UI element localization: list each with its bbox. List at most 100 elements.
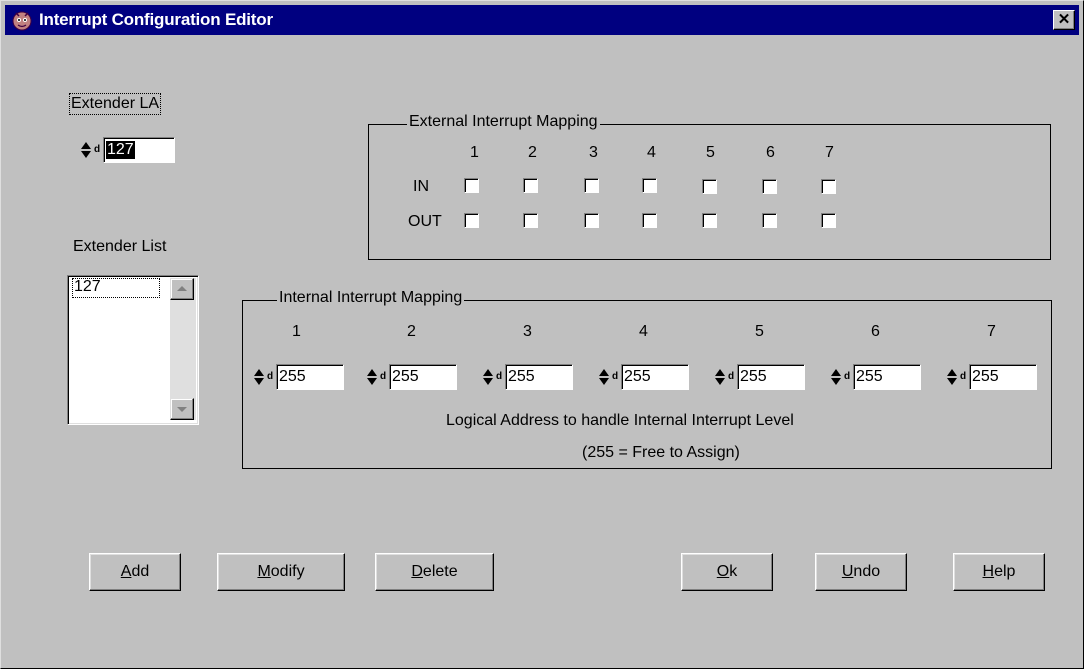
int-level-4-value: 255 [624,368,651,385]
ok-button[interactable]: Ok [681,553,773,591]
decimal-mode-marker: d [267,371,274,382]
decimal-mode-marker: d [380,371,387,382]
ext-row-in-label: IN [413,178,429,195]
ok-hotkey: O [716,563,730,580]
external-mapping-title: External Interrupt Mapping [407,113,600,131]
close-button[interactable]: ✕ [1053,10,1075,30]
ext-in-checkbox-1[interactable] [464,178,479,193]
int-level-4-spinner-icon[interactable] [599,369,609,385]
ext-out-checkbox-7[interactable] [821,213,836,228]
window-title: Interrupt Configuration Editor [39,10,273,29]
ext-out-checkbox-6[interactable] [762,213,777,228]
int-level-7-value: 255 [972,368,999,385]
delete-button[interactable]: Delete [375,553,494,591]
extender-la-value: 127 [106,141,135,159]
dialog-client: Extender LA d 127 Extender List 127 Exte… [5,37,1079,664]
ext-in-checkbox-7[interactable] [821,179,836,194]
int-level-1-value: 255 [279,368,306,385]
decimal-mode-marker: d [612,371,619,382]
extender-la-control: d 127 [81,137,175,163]
int-level-4-control: d 255 [599,364,689,390]
undo-hotkey: U [841,563,854,580]
ext-in-checkbox-3[interactable] [584,178,599,193]
scroll-down-button[interactable] [170,398,194,420]
close-icon: ✕ [1057,11,1071,28]
extender-la-spinner-icon[interactable] [81,142,91,158]
ext-col-3: 3 [589,144,598,161]
internal-mapping-title: Internal Interrupt Mapping [277,289,465,307]
ext-in-checkbox-2[interactable] [523,178,538,193]
vertical-scrollbar[interactable] [170,278,196,420]
int-level-7-control: d 255 [947,364,1037,390]
int-level-7-input[interactable]: 255 [969,364,1037,390]
ext-out-checkbox-3[interactable] [584,213,599,228]
int-level-1-spinner-icon[interactable] [254,369,264,385]
ext-col-4: 4 [647,144,656,161]
int-level-5-spinner-icon[interactable] [715,369,725,385]
int-col-1: 1 [292,323,301,340]
decimal-mode-marker: d [960,371,967,382]
int-level-2-input[interactable]: 255 [389,364,457,390]
ext-col-1: 1 [470,144,479,161]
int-col-2: 2 [407,323,416,340]
int-level-3-control: d 255 [483,364,573,390]
title-bar[interactable]: Interrupt Configuration Editor ✕ [5,5,1079,35]
extender-la-label: Extender LA [68,93,162,115]
internal-note-line2: (255 = Free to Assign) [582,444,740,461]
help-button[interactable]: Help [953,553,1045,591]
undo-button[interactable]: Undo [815,553,907,591]
decimal-mode-marker: d [844,371,851,382]
ext-row-out-label: OUT [408,213,442,230]
ext-out-checkbox-5[interactable] [702,213,717,228]
ext-out-checkbox-4[interactable] [642,213,657,228]
scroll-up-button[interactable] [170,278,194,300]
ext-in-checkbox-5[interactable] [702,179,717,194]
int-level-6-spinner-icon[interactable] [831,369,841,385]
help-label: elp [994,563,1016,580]
int-level-7-spinner-icon[interactable] [947,369,957,385]
int-level-1-control: d 255 [254,364,344,390]
ext-in-checkbox-6[interactable] [762,179,777,194]
int-level-2-spinner-icon[interactable] [367,369,377,385]
ext-col-7: 7 [825,144,834,161]
int-level-5-control: d 255 [715,364,805,390]
add-button[interactable]: Add [89,553,181,591]
undo-label: ndo [853,563,881,580]
dialog-window: Interrupt Configuration Editor ✕ Extende… [0,0,1084,669]
app-icon [12,11,32,31]
ok-label: k [729,563,738,580]
int-col-3: 3 [523,323,532,340]
int-level-3-value: 255 [508,368,535,385]
modify-label: odify [270,563,305,580]
list-item[interactable]: 127 [72,278,160,298]
extender-list-label: Extender List [73,238,167,255]
ext-col-6: 6 [766,144,775,161]
ext-col-5: 5 [706,144,715,161]
int-col-6: 6 [871,323,880,340]
ext-col-2: 2 [528,144,537,161]
ext-out-checkbox-2[interactable] [523,213,538,228]
internal-note-line1: Logical Address to handle Internal Inter… [446,412,794,429]
extender-listbox[interactable]: 127 [67,275,199,425]
arrow-up-icon [177,286,187,291]
int-level-3-input[interactable]: 255 [505,364,573,390]
add-hotkey: A [120,563,132,580]
ext-in-checkbox-4[interactable] [642,178,657,193]
int-level-1-input[interactable]: 255 [276,364,344,390]
modify-button[interactable]: Modify [217,553,345,591]
delete-label: elete [422,563,458,580]
int-col-5: 5 [755,323,764,340]
int-level-5-input[interactable]: 255 [737,364,805,390]
extender-la-input[interactable]: 127 [103,137,175,163]
arrow-down-icon [177,407,187,412]
int-level-4-input[interactable]: 255 [621,364,689,390]
ext-out-checkbox-1[interactable] [464,213,479,228]
add-label: dd [131,563,150,580]
int-level-6-control: d 255 [831,364,921,390]
decimal-mode-marker: d [728,371,735,382]
int-level-2-value: 255 [392,368,419,385]
int-level-6-input[interactable]: 255 [853,364,921,390]
list-item-label: 127 [74,278,101,295]
int-level-2-control: d 255 [367,364,457,390]
int-level-3-spinner-icon[interactable] [483,369,493,385]
